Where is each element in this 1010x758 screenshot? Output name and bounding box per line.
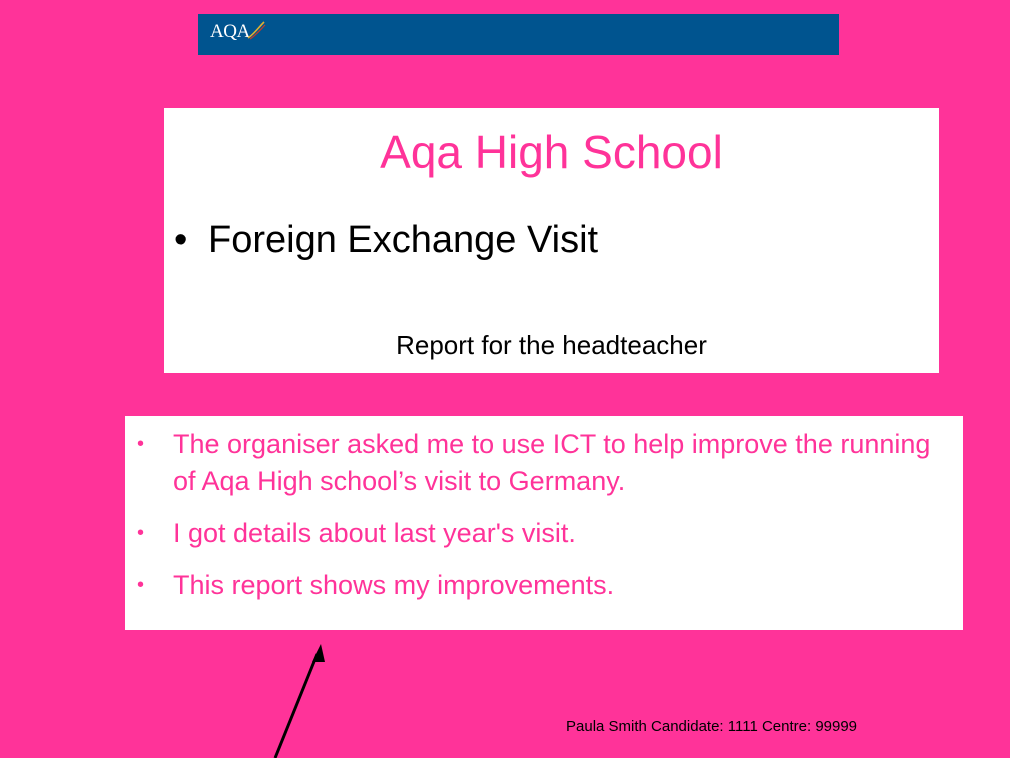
list-item-text: The organiser asked me to use ICT to hel… (173, 429, 931, 496)
page-title: Aqa High School (380, 126, 723, 178)
aqa-logo-swoosh-icon (247, 21, 266, 40)
title-box: Aqa High School • Foreign Exchange Visit … (164, 108, 939, 373)
subtitle: • Foreign Exchange Visit (174, 218, 598, 262)
list-bullet: • (137, 433, 145, 455)
subtitle-text: Foreign Exchange Visit (208, 219, 599, 261)
footer-candidate-info: Paula Smith Candidate: 1111 Centre: 9999… (566, 718, 858, 735)
info-list: • The organiser asked me to use ICT to h… (137, 426, 957, 619)
list-item-text: This report shows my improvements. (173, 570, 615, 600)
list-item: • I got details about last year's visit. (137, 515, 957, 552)
list-bullet: • (137, 522, 145, 544)
aqa-logo-text: AQA (210, 21, 250, 42)
list-item-text: I got details about last year's visit. (173, 518, 576, 548)
subtitle-bullet: • (174, 219, 188, 261)
annotation-arrow-icon (273, 644, 325, 758)
report-line: Report for the headteacher (396, 330, 707, 360)
list-item: • The organiser asked me to use ICT to h… (137, 426, 957, 500)
list-item: • This report shows my improvements. (137, 567, 957, 604)
slide: AQA Aqa High School • Foreign Exchange Vi… (0, 0, 1010, 758)
aqa-logo-bar: AQA (198, 14, 839, 55)
info-box: • The organiser asked me to use ICT to h… (125, 416, 963, 630)
list-bullet: • (137, 574, 145, 596)
